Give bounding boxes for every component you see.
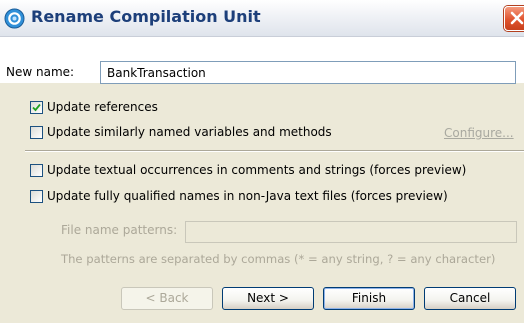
cancel-button[interactable]: Cancel — [424, 287, 516, 310]
back-button[interactable]: < Back — [121, 287, 213, 310]
next-button[interactable]: Next > — [222, 287, 314, 310]
update-similar-checkbox[interactable] — [30, 126, 43, 139]
file-patterns-hint: The patterns are separated by commas (* … — [61, 252, 496, 266]
update-qualified-label: Update fully qualified names in non-Java… — [47, 189, 448, 203]
options-separator — [25, 150, 524, 152]
new-name-label: New name: — [6, 65, 75, 79]
update-textual-checkbox[interactable] — [30, 164, 43, 177]
update-textual-label: Update textual occurrences in comments a… — [47, 163, 467, 177]
update-qualified-checkbox[interactable] — [30, 190, 43, 203]
dialog-title: Rename Compilation Unit — [31, 7, 261, 26]
close-button[interactable] — [504, 6, 524, 31]
title-bar[interactable]: Rename Compilation Unit — [0, 0, 524, 37]
update-references-checkbox[interactable] — [30, 101, 43, 114]
eclipse-refactor-icon — [4, 8, 25, 29]
update-references-label: Update references — [47, 100, 158, 114]
checkmark-icon — [32, 103, 41, 112]
configure-link[interactable]: Configure... — [444, 126, 514, 140]
close-x-icon — [510, 11, 524, 25]
update-similar-label: Update similarly named variables and met… — [47, 125, 332, 139]
rename-dialog: Rename Compilation Unit New name: Update… — [0, 0, 524, 323]
new-name-input[interactable] — [100, 61, 516, 84]
file-patterns-label: File name patterns: — [61, 223, 178, 237]
file-patterns-input[interactable] — [185, 221, 517, 243]
finish-button[interactable]: Finish — [323, 287, 415, 310]
